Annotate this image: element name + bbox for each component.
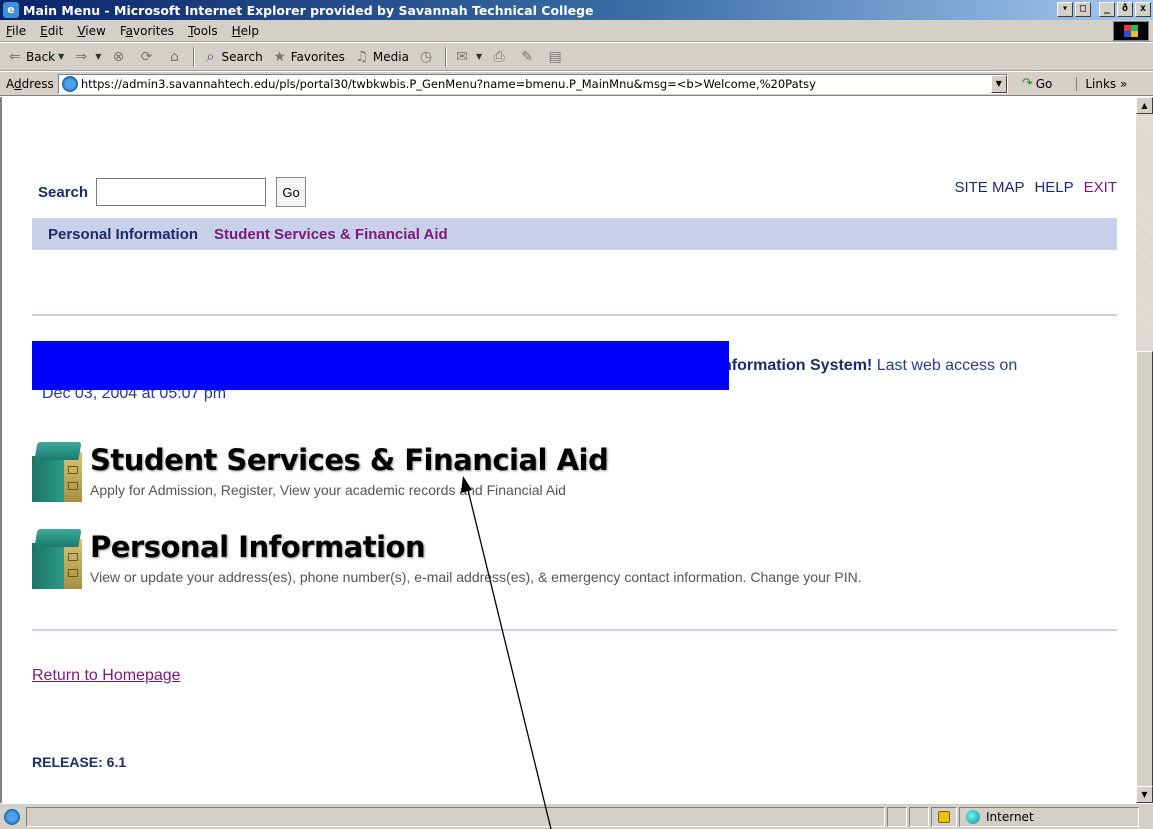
close-button[interactable]: x: [1135, 2, 1151, 17]
maximize-button[interactable]: ð: [1117, 2, 1133, 17]
window-title: Main Menu - Microsoft Internet Explorer …: [23, 2, 594, 18]
address-label: Address: [6, 76, 54, 91]
menu-entry-personal-information[interactable]: Personal Information View or update your…: [32, 529, 862, 589]
refresh-button[interactable]: ⟳: [137, 48, 157, 66]
menu-favorites[interactable]: Favorites: [120, 24, 174, 38]
restore-icon[interactable]: □: [1075, 2, 1091, 17]
mail-button[interactable]: ✉ ▼: [453, 48, 482, 66]
search-button[interactable]: ⌕ Search: [201, 48, 263, 66]
file-cabinet-icon: [32, 442, 84, 502]
restore-icon[interactable]: ▾: [1057, 2, 1073, 17]
print-icon: ⎙: [493, 48, 505, 65]
divider: [32, 314, 1117, 316]
page-icon: [61, 75, 78, 92]
help-link[interactable]: HELP: [1034, 179, 1073, 196]
address-input[interactable]: https://admin3.savannahtech.edu/pls/port…: [57, 73, 1008, 94]
stop-icon: ⊗: [112, 48, 125, 65]
history-icon: ◷: [419, 48, 433, 65]
status-bar: Internet: [0, 803, 1153, 829]
mail-icon: ✉: [456, 48, 468, 65]
menu-entry-student-services[interactable]: Student Services & Financial Aid Apply f…: [32, 442, 609, 502]
address-dropdown-button[interactable]: ▼: [990, 74, 1007, 93]
home-icon: ⌂: [170, 48, 179, 65]
site-map-link[interactable]: SITE MAP: [954, 179, 1024, 196]
entry-desc-student-services: Apply for Admission, Register, View your…: [90, 482, 566, 498]
discuss-button[interactable]: ▤: [546, 48, 566, 66]
history-button[interactable]: ◷: [417, 48, 437, 66]
release-version: RELEASE: 6.1: [32, 754, 127, 770]
forward-arrow-icon: ⇒: [75, 48, 88, 65]
address-bar: Address https://admin3.savannahtech.edu/…: [0, 72, 1153, 96]
tab-student-services[interactable]: Student Services & Financial Aid: [214, 226, 448, 243]
page-viewport: Search Go SITE MAP HELP EXIT Personal In…: [0, 97, 1153, 803]
favorites-button[interactable]: ★ Favorites: [271, 48, 345, 66]
redaction-box: [32, 341, 729, 390]
search-label: Search: [38, 183, 89, 201]
window-title-bar: e Main Menu - Microsoft Internet Explore…: [0, 0, 1153, 20]
search-input[interactable]: [96, 178, 267, 206]
top-links: SITE MAP HELP EXIT: [954, 179, 1117, 196]
home-button[interactable]: ⌂: [165, 48, 185, 66]
vertical-scrollbar[interactable]: ▲ ▼: [1136, 97, 1153, 803]
favorites-icon: ★: [273, 48, 286, 65]
search-icon: ⌕: [206, 48, 215, 65]
standard-toolbar: ⇐ Back ▼ ⇒ ▼ ⊗ ⟳ ⌂ ⌕ Search ★ Favorites ♫ …: [0, 43, 1153, 71]
media-button[interactable]: ♫ Media: [353, 48, 409, 66]
menu-edit[interactable]: Edit: [40, 24, 63, 38]
menu-view[interactable]: View: [77, 24, 105, 38]
forward-button[interactable]: ⇒ ▼: [72, 48, 101, 66]
discuss-icon: ▤: [548, 48, 562, 65]
page-status-icon: [4, 808, 20, 825]
menu-file[interactable]: File: [6, 24, 26, 38]
scroll-thumb[interactable]: [1136, 351, 1153, 787]
go-button[interactable]: ↷ Go: [1022, 76, 1053, 91]
links-button[interactable]: Links »: [1076, 76, 1127, 91]
windows-logo-icon: [1113, 21, 1149, 41]
back-button[interactable]: ⇐ Back ▼: [6, 48, 64, 66]
entry-title-personal-information[interactable]: Personal Information: [90, 529, 862, 565]
nav-tabs: Personal Information Student Services & …: [32, 218, 1117, 250]
menu-help[interactable]: Help: [232, 24, 259, 38]
internet-explorer-icon: e: [3, 2, 19, 18]
minimize-button[interactable]: _: [1099, 2, 1115, 17]
globe-icon: [966, 809, 980, 824]
edit-button[interactable]: ✎: [518, 48, 538, 66]
entry-desc-personal-information: View or update your address(es), phone n…: [90, 569, 862, 585]
status-text: [26, 806, 885, 827]
file-cabinet-icon: [32, 529, 84, 589]
divider: [32, 629, 1117, 631]
entry-title-student-services[interactable]: Student Services & Financial Aid: [90, 442, 609, 478]
refresh-icon: ⟳: [140, 48, 153, 65]
back-arrow-icon: ⇐: [9, 48, 21, 65]
tab-personal-information[interactable]: Personal Information: [48, 226, 198, 243]
go-arrow-icon: ↷: [1021, 76, 1033, 91]
address-url[interactable]: https://admin3.savannahtech.edu/pls/port…: [81, 77, 991, 91]
print-button[interactable]: ⎙: [490, 48, 510, 66]
search-form: Search Go: [38, 177, 307, 207]
window-controls: ▾ □ _ ð x: [1057, 2, 1151, 17]
stop-button[interactable]: ⊗: [109, 48, 129, 66]
menu-tools[interactable]: Tools: [188, 24, 218, 38]
search-go-button[interactable]: Go: [276, 177, 307, 207]
return-to-homepage-link[interactable]: Return to Homepage: [32, 667, 181, 685]
security-zone: Internet: [959, 806, 1139, 827]
media-icon: ♫: [355, 48, 369, 65]
exit-link[interactable]: EXIT: [1084, 179, 1117, 196]
lock-icon: [931, 806, 957, 827]
menu-bar: File Edit View Favorites Tools Help: [0, 20, 1153, 42]
edit-icon: ✎: [521, 48, 533, 65]
scroll-up-button[interactable]: ▲: [1136, 97, 1153, 114]
scroll-down-button[interactable]: ▼: [1136, 786, 1153, 803]
